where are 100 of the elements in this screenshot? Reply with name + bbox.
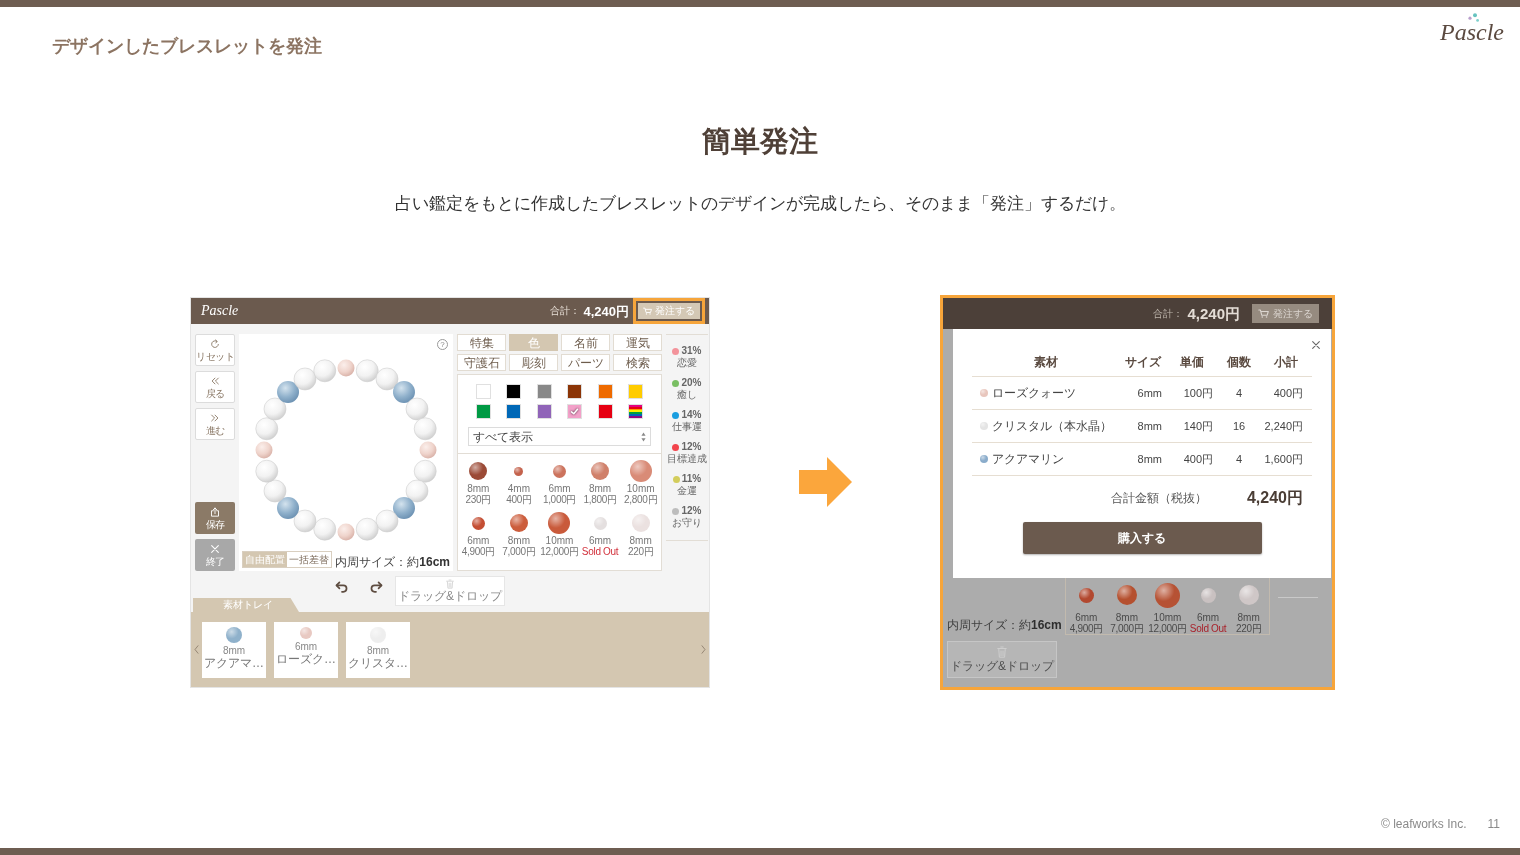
- purchase-button[interactable]: 購入する: [1022, 522, 1262, 554]
- tray-arrow-icon: [210, 506, 220, 517]
- bead-size: 8mm: [1237, 612, 1260, 623]
- bead-size: 8mm: [588, 483, 612, 494]
- bead-size: 10mm: [626, 483, 655, 494]
- color-swatch[interactable]: [506, 384, 522, 399]
- subtotal-cell-text: 400円: [1272, 387, 1304, 399]
- color-swatch[interactable]: [506, 404, 522, 419]
- category-tab[interactable]: 特集: [457, 334, 506, 351]
- fortune-label: 癒し: [677, 390, 697, 400]
- trash-icon: [997, 646, 1007, 658]
- bead-size: 8mm: [1115, 612, 1138, 623]
- bead-size: 6mm: [1075, 612, 1098, 623]
- filter-select[interactable]: すべて表示: [468, 427, 651, 446]
- bead-icon[interactable]: [514, 466, 524, 476]
- material-name: アクアマリン: [992, 453, 1064, 465]
- category-tab[interactable]: パーツ: [561, 354, 610, 371]
- quantity-cell-text: 4: [1234, 387, 1244, 399]
- material-name: クリスタル（本水晶）: [992, 420, 1112, 432]
- bead-name: アクアマ…: [204, 655, 264, 670]
- fortune-percent: 20%: [681, 378, 702, 388]
- bead-price: 220円: [627, 546, 654, 557]
- trash-icon: [446, 579, 454, 589]
- color-swatch[interactable]: [597, 384, 613, 399]
- size-cell-text: 8mm: [1136, 420, 1163, 432]
- column-header: 単価: [1179, 354, 1205, 371]
- mode-tab[interactable]: 一括差替: [287, 552, 331, 567]
- redo-icon[interactable]: [369, 581, 383, 593]
- color-swatch[interactable]: [475, 384, 491, 399]
- category-tab[interactable]: 運気: [613, 334, 662, 351]
- size-cell-text: 8mm: [1136, 453, 1163, 465]
- column-header: 素材: [1033, 354, 1059, 371]
- column-header: サイズ: [1124, 354, 1163, 371]
- bead-price: 7,000円: [1110, 623, 1144, 634]
- bead-size: 8mm: [629, 535, 652, 546]
- bead-icon[interactable]: [548, 512, 571, 534]
- bead-price: 4,900円: [461, 546, 495, 557]
- bead-name: クリスタ…: [348, 655, 408, 670]
- bead-price: 2,800円: [624, 494, 658, 505]
- total-label: 合計：: [1153, 308, 1184, 319]
- fortune-percent: 31%: [681, 346, 702, 356]
- right-arrow-icon: [799, 457, 852, 507]
- bead-size: 8mm: [467, 483, 490, 494]
- save-button[interactable]: 保存: [195, 502, 235, 534]
- color-swatch[interactable]: [628, 384, 644, 399]
- category-tab[interactable]: 名前: [561, 334, 610, 351]
- page-number: 11: [1487, 818, 1500, 830]
- bead-price: 1,000円: [542, 494, 577, 505]
- reset-button[interactable]: リセット: [195, 334, 235, 366]
- bead-icon[interactable]: [629, 460, 652, 482]
- forward-button[interactable]: 進む: [195, 408, 235, 440]
- bead-icon[interactable]: [469, 462, 488, 480]
- cart-icon: [643, 307, 652, 315]
- bead-size: 8mm: [222, 644, 246, 656]
- color-swatch[interactable]: [567, 384, 583, 399]
- unit-price-cell-text: 400円: [1182, 453, 1214, 465]
- tray-card[interactable]: 8mm クリスタ…: [346, 621, 410, 678]
- quantity-cell-text: 16: [1231, 420, 1247, 432]
- undo-icon[interactable]: [335, 581, 349, 593]
- quantity-cell-text: 4: [1234, 453, 1244, 465]
- fortune-label: 恋愛: [677, 358, 697, 368]
- cart-icon: [1258, 309, 1269, 318]
- total-label: 合計：: [550, 306, 581, 316]
- bead-price: 7,000円: [502, 546, 536, 557]
- column-header: 個数: [1226, 354, 1252, 371]
- fortune-label: お守り: [672, 518, 702, 528]
- close-icon[interactable]: [1311, 340, 1321, 350]
- back-button[interactable]: 戻る: [195, 371, 235, 403]
- bead-price: 230円: [465, 494, 492, 505]
- fortune-percent: 12%: [681, 442, 702, 452]
- tray-card[interactable]: 8mm アクアマ…: [202, 621, 266, 678]
- subtotal-cell-text: 1,600円: [1263, 453, 1304, 465]
- fortune-percent: 11%: [681, 474, 702, 484]
- bead-icon[interactable]: [591, 462, 610, 480]
- bead-size: 6mm: [548, 483, 571, 494]
- bead-icon[interactable]: [509, 514, 528, 532]
- color-swatch[interactable]: [536, 404, 552, 419]
- rainbow-swatch[interactable]: [628, 404, 644, 419]
- color-swatch[interactable]: [475, 404, 491, 419]
- close-icon: [210, 543, 220, 554]
- bead-price: Sold Out: [581, 546, 619, 557]
- category-tab[interactable]: 検索: [613, 354, 662, 371]
- fortune-label: 金運: [677, 486, 697, 496]
- color-swatch[interactable]: [536, 384, 552, 399]
- bead-size: 8mm: [366, 644, 390, 656]
- tray-card[interactable]: 6mm ローズク…: [274, 621, 338, 678]
- circular-arrow-icon: [210, 338, 220, 349]
- color-swatch[interactable]: [597, 404, 613, 419]
- bead-price: Sold Out: [1189, 623, 1227, 634]
- fortune-percent: 14%: [681, 410, 702, 420]
- bead-price: 1,800円: [583, 494, 617, 505]
- category-tab[interactable]: 守護石: [457, 354, 506, 371]
- bead-size: 6mm: [588, 535, 612, 546]
- bead-icon[interactable]: [553, 464, 566, 478]
- bead-price: 400円: [506, 494, 532, 505]
- bead-icon[interactable]: [471, 516, 485, 530]
- inner-size-text: 内周サイズ：約16cm: [335, 556, 450, 568]
- bead-price: 4,900円: [1069, 623, 1103, 634]
- category-tab[interactable]: 彫刻: [509, 354, 558, 371]
- fortune-percent: 12%: [681, 506, 702, 516]
